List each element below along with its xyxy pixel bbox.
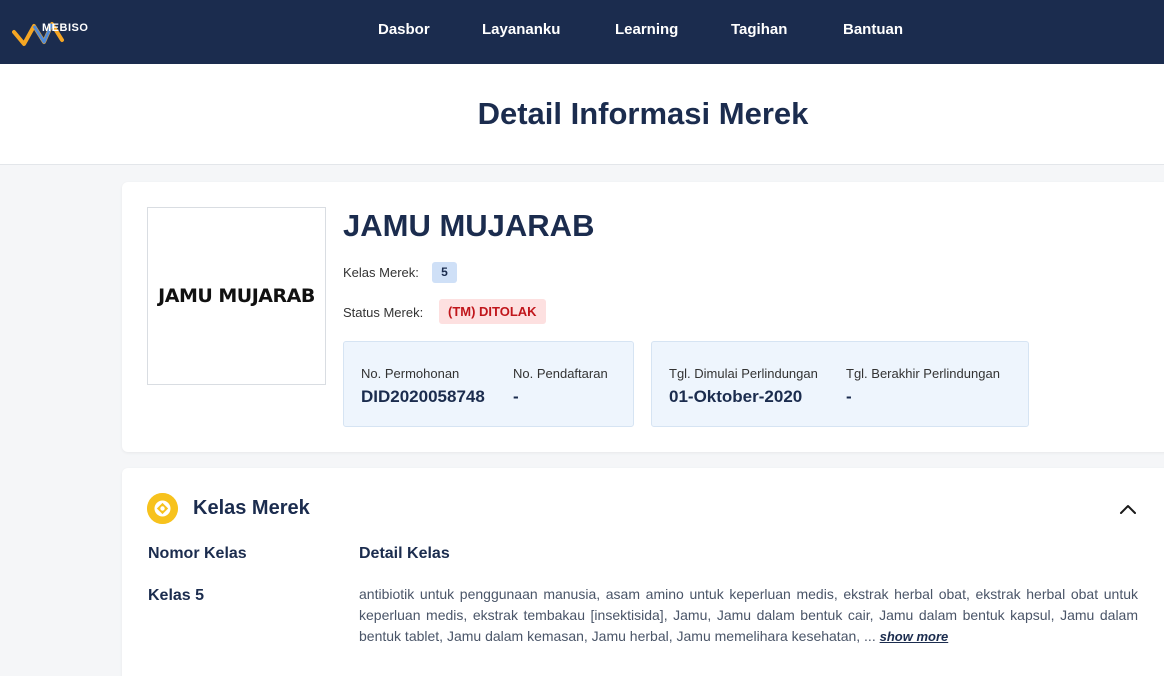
brand-info-card: JAMU MUJARAB JAMU MUJARAB Kelas Merek: 5… — [122, 182, 1164, 452]
brand-name: JAMU MUJARAB — [343, 208, 595, 243]
chevron-up-icon[interactable] — [1118, 502, 1138, 516]
status-badge: (TM) DITOLAK — [439, 299, 546, 324]
nav-tagihan[interactable]: Tagihan — [731, 21, 787, 38]
nav-layananku[interactable]: Layananku — [482, 21, 560, 38]
tgl-mulai-value: 01-Oktober-2020 — [669, 387, 803, 406]
tgl-akhir-value: - — [846, 387, 852, 406]
page-title: Detail Informasi Merek — [477, 96, 809, 131]
col-detail-kelas: Detail Kelas — [359, 545, 450, 562]
brand-logo-image: JAMU MUJARAB — [147, 207, 326, 385]
nav-dasbor[interactable]: Dasbor — [378, 21, 430, 38]
no-pendaftaran-label: No. Pendaftaran — [513, 366, 608, 381]
kelas-merek-badge: 5 — [432, 262, 457, 283]
kelas-section-title: Kelas Merek — [193, 497, 310, 519]
main-nav: Dasbor Layananku Learning Tagihan Bantua… — [0, 0, 1164, 64]
status-merek-label: Status Merek: — [343, 305, 424, 320]
col-nomor-kelas: Nomor Kelas — [148, 545, 247, 562]
registration-info-box: No. Permohonan DID2020058748 No. Pendaft… — [343, 341, 634, 427]
title-band: Detail Informasi Merek — [0, 64, 1164, 165]
kelas-detail-text: antibiotik untuk penggunaan manusia, asa… — [359, 586, 1138, 644]
kelas-merek-card: Kelas Merek Nomor Kelas Detail Kelas Kel… — [122, 468, 1164, 676]
protection-info-box: Tgl. Dimulai Perlindungan 01-Oktober-202… — [651, 341, 1029, 427]
top-navbar: MEBISO Dasbor Layananku Learning Tagihan… — [0, 0, 1164, 64]
tgl-akhir-label: Tgl. Berakhir Perlindungan — [846, 366, 1000, 381]
kelas-number: Kelas 5 — [148, 587, 205, 604]
no-pendaftaran-value: - — [513, 387, 519, 406]
nav-bantuan[interactable]: Bantuan — [843, 21, 903, 38]
kelas-section-icon — [147, 493, 178, 524]
kelas-detail: antibiotik untuk penggunaan manusia, asa… — [359, 584, 1138, 647]
nav-learning[interactable]: Learning — [615, 21, 678, 38]
no-permohonan-value: DID2020058748 — [361, 387, 485, 406]
brand-logo-text: JAMU MUJARAB — [158, 285, 315, 307]
kelas-merek-label: Kelas Merek: — [343, 265, 419, 280]
no-permohonan-label: No. Permohonan — [361, 366, 460, 381]
show-more-link[interactable]: show more — [880, 629, 949, 644]
tgl-mulai-label: Tgl. Dimulai Perlindungan — [669, 366, 818, 381]
